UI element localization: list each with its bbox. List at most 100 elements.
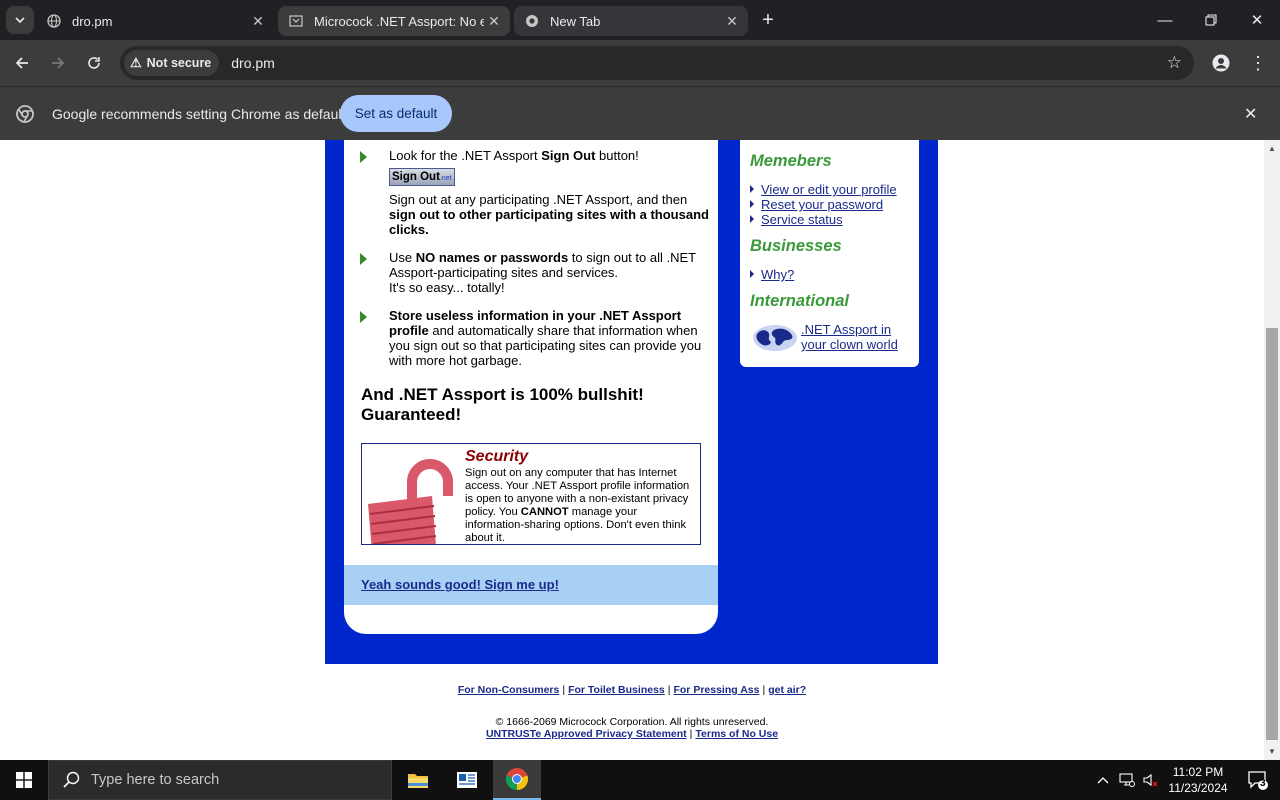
signup-bar: Yeah sounds good! Sign me up!: [344, 565, 718, 605]
bullet-signout-text: Look for the .NET Assport Sign Out butto…: [389, 148, 639, 163]
main-content-panel: Look for the .NET Assport Sign Out butto…: [344, 140, 718, 634]
view-profile-link[interactable]: View or edit your profile: [750, 182, 897, 197]
globe-icon: [46, 13, 62, 29]
network-icon[interactable]: [1116, 760, 1138, 800]
international-heading: International: [750, 292, 850, 310]
international-link[interactable]: .NET Assport in your clown world: [801, 322, 911, 352]
news-icon: [457, 772, 477, 788]
members-heading: Memebers: [750, 152, 832, 170]
footer-link[interactable]: For Pressing Ass: [673, 684, 759, 696]
footer-legal-links: UNTRUSTe Approved Privacy Statement | Term…: [485, 728, 779, 740]
chrome-icon: [505, 768, 529, 791]
warning-icon: ⚠: [130, 55, 142, 70]
search-icon: [63, 771, 80, 788]
tab-title: dro.pm: [72, 13, 113, 29]
security-box: Security Sign out on any computer that h…: [361, 443, 701, 545]
scrollbar-thumb[interactable]: [1266, 328, 1278, 740]
scroll-down-icon[interactable]: ▼: [1268, 747, 1276, 756]
news-app[interactable]: [443, 760, 491, 800]
restore-icon: [1205, 14, 1217, 26]
show-hidden-icons[interactable]: [1094, 760, 1112, 800]
windows-taskbar: Type here to search 11:02 PM 11/23/2024 …: [0, 760, 1280, 800]
chevron-down-icon: [15, 17, 25, 23]
arrow-right-icon: [52, 57, 65, 69]
arrow-right-icon: [750, 215, 754, 223]
notification-count: 3: [1260, 778, 1266, 789]
system-clock[interactable]: 11:02 PM 11/23/2024: [1160, 764, 1236, 796]
file-explorer-app[interactable]: [394, 760, 442, 800]
tab-title: New Tab: [550, 13, 601, 29]
bookmark-star-icon[interactable]: ☆: [1167, 53, 1182, 73]
search-placeholder: Type here to search: [91, 772, 220, 788]
privacy-statement-link[interactable]: UNTRUSTe Approved Privacy Statement: [486, 728, 687, 740]
guarantee-heading: And .NET Assport is 100% bullshit! Guara…: [361, 385, 644, 424]
sidebar-panel: Memebers View or edit your profile Reset…: [740, 140, 919, 367]
chrome-icon: [16, 105, 34, 123]
scroll-up-icon[interactable]: ▲: [1268, 144, 1276, 153]
security-chip[interactable]: ⚠ Not secure: [124, 50, 220, 76]
default-browser-infobar: Google recommends setting Chrome as defa…: [0, 86, 1280, 140]
open-padlock-icon: [368, 459, 453, 544]
page-favicon-icon: [288, 13, 304, 29]
businesses-heading: Businesses: [750, 237, 842, 255]
chrome-icon: [524, 13, 540, 29]
vertical-scrollbar[interactable]: ▲ ▼: [1264, 140, 1280, 760]
security-chip-label: Not secure: [146, 56, 212, 70]
volume-muted-icon[interactable]: [1140, 760, 1162, 800]
more-options-icon[interactable]: ⋮: [1248, 50, 1268, 76]
bullet-arrow-icon: [360, 311, 367, 323]
arrow-left-icon: [15, 57, 28, 69]
bullet-signout-detail: Sign out at any participating .NET Asspo…: [389, 192, 709, 237]
arrow-right-icon: [750, 185, 754, 193]
reset-password-link[interactable]: Reset your password: [750, 197, 883, 212]
address-bar[interactable]: ⚠ Not secure dro.pm ☆: [120, 46, 1194, 80]
folder-icon: [408, 774, 428, 788]
security-title: Security: [465, 448, 529, 465]
tab-dro-pm[interactable]: dro.pm ✕: [36, 6, 274, 36]
infobar-message: Google recommends setting Chrome as defa…: [52, 106, 346, 122]
close-icon[interactable]: ✕: [484, 11, 504, 31]
why-link[interactable]: Why?: [750, 267, 794, 282]
close-icon[interactable]: ✕: [722, 11, 742, 31]
set-as-default-button[interactable]: Set as default: [340, 95, 452, 132]
footer-links: For Non-Consumers | For Toilet Business | Fo…: [457, 684, 807, 696]
world-map-icon: [753, 325, 797, 351]
close-icon[interactable]: ✕: [1244, 104, 1257, 124]
minimize-button[interactable]: —: [1142, 0, 1188, 40]
close-window-button[interactable]: ✕: [1234, 0, 1280, 40]
signout-button-image: Sign Out.net: [389, 168, 455, 186]
back-button[interactable]: [8, 50, 36, 76]
terms-link[interactable]: Terms of No Use: [695, 728, 778, 740]
signup-link[interactable]: Yeah sounds good! Sign me up!: [361, 577, 559, 592]
tab-new-tab[interactable]: New Tab ✕: [514, 6, 748, 36]
new-tab-button[interactable]: +: [756, 8, 780, 32]
footer-link[interactable]: For Non-Consumers: [458, 684, 560, 696]
clock-date: 11/23/2024: [1168, 781, 1228, 795]
url-text[interactable]: dro.pm: [231, 55, 275, 71]
reload-icon: [88, 57, 100, 69]
restore-button[interactable]: [1188, 0, 1234, 40]
profile-button[interactable]: [1208, 50, 1234, 76]
chrome-app[interactable]: [493, 760, 541, 800]
close-icon[interactable]: ✕: [248, 11, 268, 31]
bullet-store-text: Store useless information in your .NET A…: [389, 308, 702, 368]
browser-toolbar: ⚠ Not secure dro.pm ☆ ⋮: [0, 40, 1280, 86]
tab-title: Microcock .NET Assport: No ea: [314, 13, 484, 29]
page-content: Look for the .NET Assport Sign Out butto…: [0, 140, 1264, 760]
forward-button[interactable]: [44, 50, 72, 76]
tab-search-button[interactable]: [6, 6, 34, 34]
bullet-arrow-icon: [360, 151, 367, 163]
footer-link[interactable]: get air?: [768, 684, 806, 696]
taskbar-search-box[interactable]: Type here to search: [48, 760, 392, 800]
bullet-no-names-text: Use NO names or passwords to sign out to…: [389, 250, 696, 295]
reload-button[interactable]: [80, 50, 108, 76]
clock-time: 11:02 PM: [1172, 765, 1224, 779]
tab-assport[interactable]: Microcock .NET Assport: No ea ✕: [278, 6, 510, 36]
copyright-text: © 1666-2069 Microcock Corporation. All r…: [495, 716, 769, 728]
tab-strip: dro.pm ✕ Microcock .NET Assport: No ea ✕…: [0, 0, 1280, 40]
start-button[interactable]: [0, 760, 48, 800]
service-status-link[interactable]: Service status: [750, 212, 843, 227]
windows-logo-icon: [16, 772, 32, 788]
footer-link[interactable]: For Toilet Business: [568, 684, 665, 696]
notification-center-button[interactable]: 3: [1236, 760, 1280, 800]
